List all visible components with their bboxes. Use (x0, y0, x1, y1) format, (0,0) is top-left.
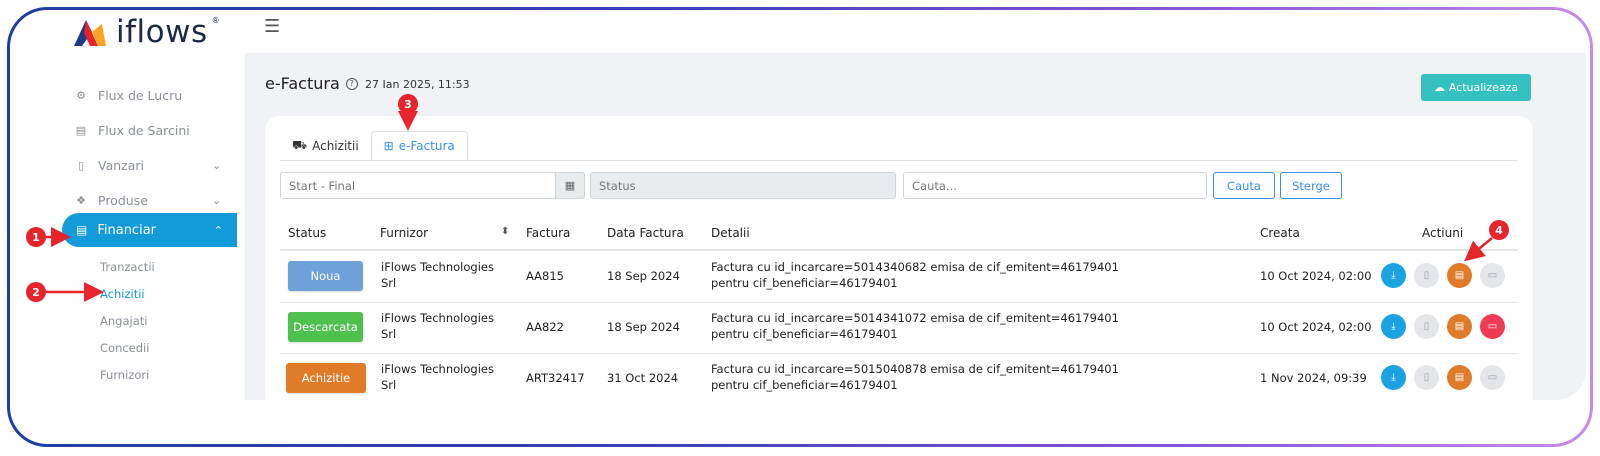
annotation-marker-1: 1 (26, 227, 46, 247)
annotation-arrows (46, 111, 1493, 302)
annotation-marker-3: 3 (398, 94, 418, 114)
annotation-marker-4: 4 (1489, 220, 1509, 240)
annotation-marker-2: 2 (26, 282, 46, 302)
